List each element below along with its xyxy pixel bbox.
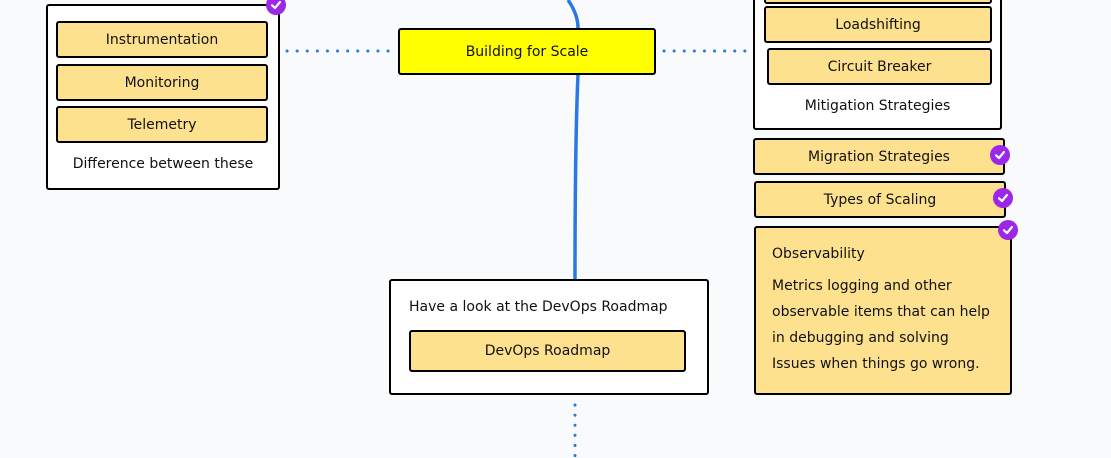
- monitoring-node[interactable]: Monitoring: [56, 64, 268, 101]
- circuit-breaker-node[interactable]: Circuit Breaker: [767, 48, 992, 85]
- types-of-scaling-node[interactable]: Types of Scaling: [754, 181, 1006, 218]
- top-partial-node[interactable]: [764, 0, 992, 4]
- instrumentation-node[interactable]: Instrumentation: [56, 21, 268, 58]
- devops-text: Have a look at the DevOps Roadmap: [409, 299, 668, 315]
- observability-body: Metrics logging and other observable ite…: [772, 273, 990, 377]
- observability-card[interactable]: Observability Metrics logging and other …: [754, 226, 1012, 395]
- main-spine-upper: [566, 0, 580, 29]
- observability-line: Issues when things go wrong.: [772, 356, 980, 372]
- observability-line: Metrics logging and other: [772, 278, 952, 294]
- mitigation-label: Mitigation Strategies: [804, 98, 951, 114]
- devops-roadmap-button[interactable]: DevOps Roadmap: [409, 330, 686, 372]
- difference-label: Difference between these: [72, 156, 254, 172]
- observability-line: observable items that can help: [772, 304, 990, 320]
- main-spine-lower: [573, 73, 580, 280]
- check-circle-icon: [990, 145, 1010, 165]
- loadshifting-node[interactable]: Loadshifting: [764, 6, 992, 43]
- observability-line: in debugging and solving: [772, 330, 949, 346]
- topic-building-for-scale[interactable]: Building for Scale: [398, 28, 656, 75]
- migration-strategies-node[interactable]: Migration Strategies: [753, 138, 1005, 175]
- check-circle-icon: [993, 188, 1013, 208]
- check-circle-icon: [998, 220, 1018, 240]
- observability-title: Observability: [772, 246, 865, 262]
- telemetry-node[interactable]: Telemetry: [56, 106, 268, 143]
